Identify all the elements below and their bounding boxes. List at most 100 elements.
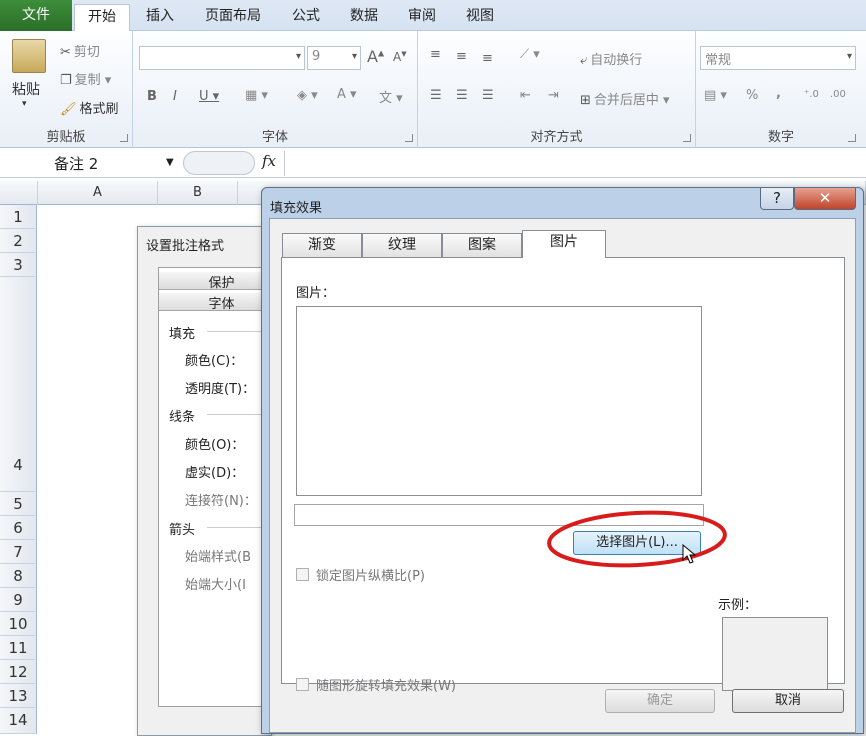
chevron-down-icon: ▾ [295,51,301,62]
percent-button[interactable]: % [746,88,758,103]
begin-style-label: 始端样式(B [185,550,251,565]
cancel-button[interactable]: 取消 [732,689,844,713]
increase-decimal-icon[interactable]: ⁺.0 [804,89,819,100]
dialog-launcher-icon[interactable] [405,134,413,142]
help-button[interactable]: ? [760,188,794,210]
formula-bar-divider [183,151,255,175]
merge-center-button[interactable]: ⊞ 合并后居中 ▾ [580,89,670,108]
row-header[interactable]: 9 [0,588,37,612]
align-top-icon[interactable]: ≡ [430,47,441,62]
font-size-combo[interactable]: 9 ▾ [307,46,361,70]
sample-preview [722,617,828,691]
align-center-icon[interactable]: ☰ [456,88,468,103]
paste-icon [12,39,46,73]
annotation-ellipse [547,510,727,568]
dialog-launcher-icon[interactable] [848,134,856,142]
dialog-title: 填充效果 [270,201,323,216]
dialog-launcher-icon[interactable] [120,134,128,142]
ok-button[interactable]: 确定 [605,689,715,713]
number-format-combo[interactable]: 常规 ▾ [700,46,856,70]
picture-preview-area [296,306,702,496]
scissors-icon: ✂ [60,45,71,60]
row-header[interactable]: 5 [0,492,37,516]
wrap-text-button[interactable]: ⤶ 自动换行 [580,49,642,68]
ribbon: 粘贴 ▾ ✂ 剪切 ❐ 复制 ▾ 🖌 格式刷 剪贴板 ▾ 9 ▾ A▲ A▼ B I U… [0,31,866,148]
lock-ratio-checkbox[interactable] [296,568,309,581]
comma-button[interactable]: , [776,86,781,101]
dialog-launcher-icon[interactable] [683,134,691,142]
tab-texture[interactable]: 纹理 [362,233,442,257]
arrow-section-label: 箭头 [169,523,196,538]
row-header[interactable]: 3 [0,253,37,277]
grow-font-button[interactable]: A▲ [367,47,384,66]
font-name-combo[interactable]: ▾ [139,46,305,70]
row-header[interactable]: 7 [0,540,37,564]
number-group-label: 数字 [767,130,794,145]
chevron-down-icon[interactable]: ▾ [22,99,27,109]
rotate-with-shape-checkbox[interactable] [296,678,309,691]
name-box[interactable]: 备注 2 [0,151,180,175]
row-header[interactable]: 6 [0,516,37,540]
align-right-icon[interactable]: ☰ [482,88,494,103]
begin-size-label: 始端大小(I [185,578,246,593]
number-group: 常规 ▾ ▤ ▾ % , ⁺.0 .00 数字 [696,31,866,148]
align-left-icon[interactable]: ☰ [430,88,442,103]
font-color-button[interactable]: A ▾ [337,87,357,102]
tab-insert[interactable]: 插入 [132,4,188,31]
italic-button[interactable]: I [173,89,177,104]
tab-gradient[interactable]: 渐变 [282,233,362,257]
insert-function-icon[interactable]: fx [262,152,276,170]
tab-review[interactable]: 审阅 [394,4,450,31]
picture-tab-panel: 图片： 选择图片(L)... 锁定图片纵横比(P) 示例： 随图形旋转填充效果(… [281,257,845,694]
shrink-font-button[interactable]: A▼ [393,50,407,64]
fill-section-label: 填充 [169,327,196,342]
column-header[interactable]: A [38,181,158,205]
underline-button[interactable]: U ▾ [199,89,219,104]
row-header[interactable]: 12 [0,660,37,684]
tab-file[interactable]: 文件 [0,0,72,31]
increase-indent-icon[interactable]: ⇥ [548,88,559,103]
decrease-indent-icon[interactable]: ⇤ [520,88,531,103]
row-header[interactable]: 4 [0,277,37,492]
row-header[interactable]: 8 [0,564,37,588]
tab-page-layout[interactable]: 页面布局 [192,4,274,31]
accounting-icon[interactable]: ▤ ▾ [704,88,727,103]
formula-input[interactable] [284,151,866,176]
chevron-down-icon[interactable]: ▼ [166,157,174,168]
tab-view[interactable]: 视图 [452,4,508,31]
align-middle-icon[interactable]: ≡ [456,49,467,64]
cut-button[interactable]: ✂ 剪切 [60,41,100,60]
close-button[interactable]: ✕ [794,188,856,210]
connector-label: 连接符(N)： [185,494,257,509]
tab-formulas[interactable]: 公式 [278,4,334,31]
border-icon[interactable]: ▦ ▾ [245,88,268,103]
row-header[interactable]: 14 [0,708,37,734]
fill-effects-body: 渐变 纹理 图案 图片 图片： 选择图片(L)... 锁定图片纵横比(P) 示例… [269,218,856,733]
tab-pattern[interactable]: 图案 [442,233,522,257]
select-all-button[interactable] [0,181,38,205]
fill-color-icon[interactable]: ◈ ▾ [297,88,318,103]
alignment-group-label: 对齐方式 [530,130,583,145]
column-header[interactable]: B [158,181,238,205]
paste-button[interactable]: 粘贴 [12,79,40,99]
format-painter-button[interactable]: 🖌 格式刷 [60,98,119,117]
copy-button[interactable]: ❐ 复制 ▾ [60,69,111,88]
row-header[interactable]: 1 [0,205,37,229]
close-icon: ✕ [818,189,832,207]
copy-icon: ❐ [60,73,72,88]
row-header[interactable]: 2 [0,229,37,253]
row-header[interactable]: 13 [0,684,37,708]
dialog-title: 设置批注格式 [146,239,225,254]
row-header[interactable]: 10 [0,612,37,636]
bold-button[interactable]: B [147,89,157,104]
tab-picture[interactable]: 图片 [522,230,606,258]
decrease-decimal-icon[interactable]: .00 [830,89,846,100]
tab-home[interactable]: 开始 [74,4,130,32]
tab-data[interactable]: 数据 [336,4,392,31]
align-bottom-icon[interactable]: ≡ [482,51,493,66]
orientation-icon[interactable]: ⟋ ▾ [520,47,540,62]
phonetic-icon[interactable]: 文 ▾ [379,87,403,106]
line-section-label: 线条 [169,410,196,425]
row-header[interactable]: 11 [0,636,37,660]
rotate-with-shape-label: 随图形旋转填充效果(W) [316,679,456,694]
